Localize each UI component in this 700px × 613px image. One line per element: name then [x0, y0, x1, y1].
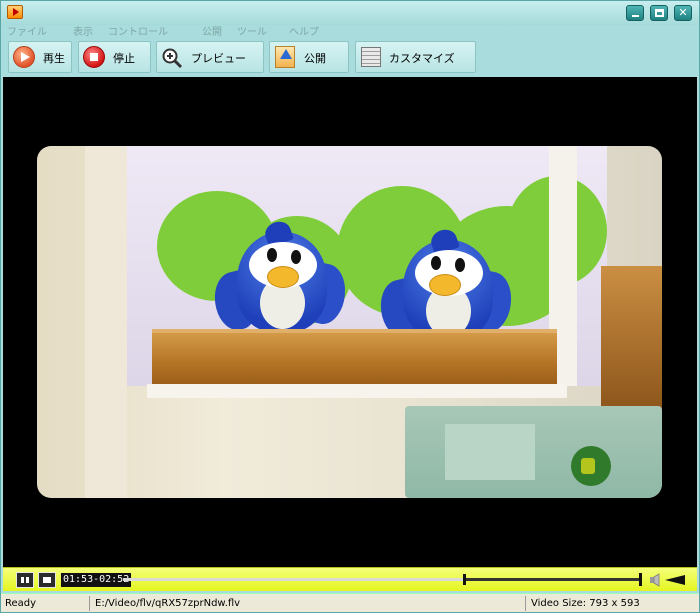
volume-slider[interactable]	[665, 575, 685, 585]
status-text: Ready	[5, 598, 37, 609]
stop-button[interactable]: 停止	[78, 41, 151, 73]
menu-tools[interactable]: ツール	[237, 23, 267, 38]
maximize-button[interactable]	[650, 5, 668, 21]
close-icon: ✕	[678, 6, 688, 19]
play-button[interactable]: 再生	[8, 41, 72, 73]
pause-icon	[21, 577, 29, 583]
bird-left	[208, 218, 351, 334]
maximize-icon	[655, 9, 664, 17]
seek-progress	[123, 578, 465, 581]
time-display: 01:53-02:52	[61, 573, 132, 587]
minimize-button[interactable]	[626, 5, 644, 21]
stop-label: 停止	[113, 52, 135, 65]
scene-sill	[147, 384, 567, 398]
scene-shelf	[152, 329, 557, 384]
menu-file[interactable]: ファイル	[7, 23, 47, 38]
menu-bar: ファイル 表示 コントロール 公開 ツール ヘルプ	[1, 23, 699, 38]
bird-right	[374, 226, 517, 342]
seek-end-marker	[639, 573, 642, 586]
video-display[interactable]	[3, 77, 697, 567]
preview-label: プレビュー	[191, 52, 246, 65]
title-bar: ✕	[1, 1, 699, 25]
magnifier-icon	[162, 48, 183, 69]
status-divider	[89, 596, 90, 611]
video-frame	[37, 146, 662, 498]
stop-playback-button[interactable]	[38, 572, 56, 588]
pause-button[interactable]	[16, 572, 34, 588]
file-path: E:/Video/flv/qRX57zprNdw.flv	[95, 598, 241, 609]
app-window: ✕ ファイル 表示 コントロール 公開 ツール ヘルプ 再生 停止 プレビュー	[0, 0, 700, 613]
stop-icon	[83, 46, 105, 68]
close-button[interactable]: ✕	[674, 5, 692, 21]
seek-bar[interactable]	[123, 574, 640, 585]
stop-icon	[43, 577, 51, 583]
seek-thumb[interactable]	[463, 574, 467, 585]
customize-label: カスタマイズ	[389, 52, 455, 65]
playback-controls: 01:53-02:52	[3, 567, 697, 591]
menu-control[interactable]: コントロール	[108, 23, 168, 38]
status-bar: Ready E:/Video/flv/qRX57zprNdw.flv Video…	[1, 593, 699, 612]
minimize-icon	[632, 15, 639, 17]
play-icon	[13, 46, 35, 68]
status-divider	[525, 596, 526, 611]
publish-button[interactable]: 公開	[269, 41, 349, 73]
toolbar: 再生 停止 プレビュー 公開 カスタマイズ	[1, 39, 699, 75]
video-size: Video Size: 793 x 593	[531, 598, 640, 609]
preview-button[interactable]: プレビュー	[156, 41, 264, 73]
speaker-icon[interactable]	[649, 573, 663, 587]
scene-box	[601, 266, 662, 416]
app-icon[interactable]	[7, 5, 23, 19]
menu-help[interactable]: ヘルプ	[289, 23, 319, 38]
menu-publish[interactable]: 公開	[202, 23, 222, 38]
scene-cabinet	[405, 406, 662, 498]
play-label: 再生	[43, 52, 65, 65]
upload-icon	[275, 46, 295, 68]
customize-icon	[361, 47, 381, 67]
scene-wall	[85, 146, 127, 498]
publish-label: 公開	[304, 52, 326, 65]
customize-button[interactable]: カスタマイズ	[355, 41, 476, 73]
menu-view[interactable]: 表示	[73, 23, 93, 38]
